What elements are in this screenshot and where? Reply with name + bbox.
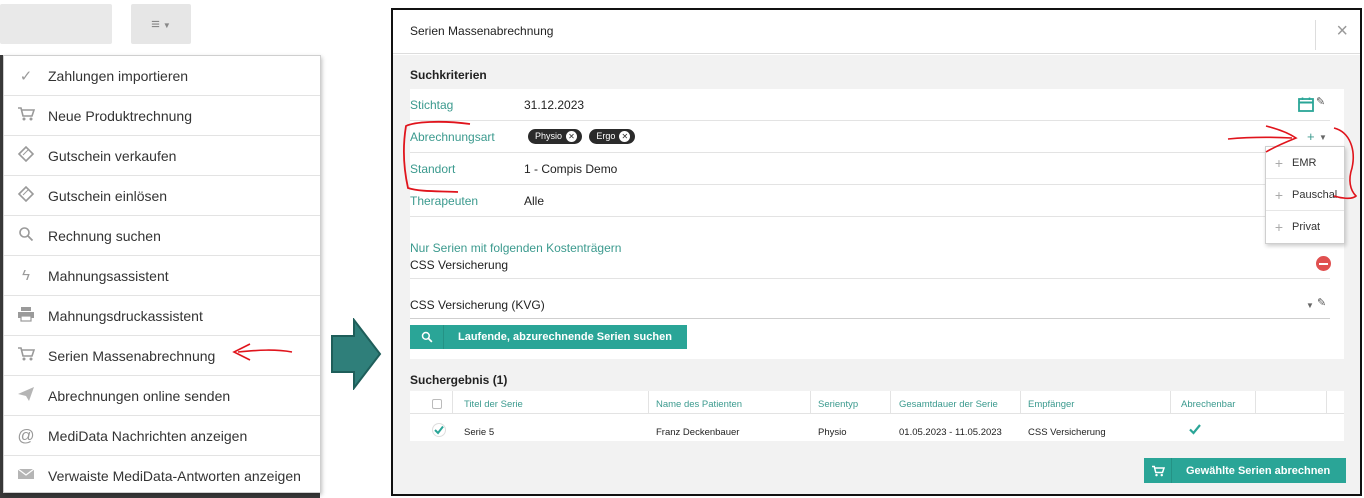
select-all-checkbox[interactable] bbox=[432, 399, 442, 409]
menu-item-gutschein-einloesen[interactable]: Gutschein einlösen bbox=[4, 176, 320, 216]
criteria-panel: Stichtag 31.12.2023 ✎ Abrechnungsart Phy… bbox=[410, 89, 1344, 359]
standort-label: Standort bbox=[410, 162, 456, 176]
pencil-icon[interactable]: ✎ bbox=[1317, 296, 1326, 309]
remove-tag-icon[interactable]: ✕ bbox=[619, 130, 631, 142]
abrechnungsart-tags: Physio ✕ Ergo ✕ bbox=[528, 128, 639, 144]
dialog-title: Serien Massenabrechnung bbox=[410, 24, 554, 38]
remove-kostentraeger-icon[interactable] bbox=[1316, 256, 1331, 271]
menu-item-zahlungen-importieren[interactable]: ✓ Zahlungen importieren bbox=[4, 56, 320, 96]
kostentraeger-item: CSS Versicherung bbox=[410, 258, 509, 272]
cell-serientyp: Physio bbox=[818, 427, 847, 438]
therapeuten-value[interactable]: Alle bbox=[524, 194, 544, 208]
criteria-row-abrechnungsart: Abrechnungsart Physio ✕ Ergo ✕ + ▼ bbox=[410, 121, 1330, 153]
hamburger-menu-button[interactable]: ≡ ▼ bbox=[131, 4, 191, 44]
check-icon: ✓ bbox=[19, 67, 33, 85]
printer-icon bbox=[4, 306, 48, 326]
tag-physio: Physio ✕ bbox=[528, 128, 583, 144]
close-icon[interactable]: × bbox=[1336, 20, 1348, 43]
row-checkbox-checked[interactable] bbox=[432, 423, 446, 437]
stichtag-label: Stichtag bbox=[410, 98, 454, 112]
plus-icon: + bbox=[1274, 219, 1284, 235]
column-divider bbox=[1170, 391, 1171, 413]
caret-down-icon[interactable]: ▼ bbox=[1319, 133, 1327, 142]
search-icon bbox=[410, 325, 444, 349]
plus-icon: + bbox=[1274, 154, 1284, 171]
column-header-gesamtdauer[interactable]: Gesamtdauer der Serie bbox=[899, 399, 998, 410]
column-header-abrechenbar[interactable]: Abrechenbar bbox=[1181, 399, 1235, 410]
cell-gesamtdauer: 01.05.2023 - 11.05.2023 bbox=[899, 427, 1002, 438]
column-header-patient[interactable]: Name des Patienten bbox=[656, 399, 742, 410]
toolbar-button-blank[interactable] bbox=[0, 4, 112, 44]
stichtag-value[interactable]: 31.12.2023 bbox=[524, 98, 584, 112]
column-divider bbox=[452, 391, 453, 413]
dropdown-item-pauschal[interactable]: + Pauschal bbox=[1266, 179, 1344, 211]
menu-item-medidata-nachrichten[interactable]: @ MediData Nachrichten anzeigen bbox=[4, 416, 320, 456]
kostentraeger-select[interactable]: CSS Versicherung (KVG) ▼ ✎ bbox=[410, 289, 1330, 319]
cart-icon bbox=[4, 106, 48, 126]
serien-massenabrechnung-dialog: Serien Massenabrechnung × Suchkriterien … bbox=[391, 8, 1362, 496]
column-header-empfaenger[interactable]: Empfänger bbox=[1028, 399, 1074, 410]
menu-item-mahnungsassistent[interactable]: ϟ Mahnungsassistent bbox=[4, 256, 320, 296]
at-icon: @ bbox=[17, 425, 35, 445]
section-title-suchkriterien: Suchkriterien bbox=[410, 68, 487, 82]
column-header-titel[interactable]: Titel der Serie bbox=[464, 399, 523, 410]
dialog-header: Serien Massenabrechnung × bbox=[393, 10, 1360, 54]
therapeuten-label: Therapeuten bbox=[410, 194, 479, 208]
dialog-body: Suchkriterien Stichtag 31.12.2023 ✎ Abre… bbox=[393, 55, 1360, 494]
column-header-serientyp[interactable]: Serientyp bbox=[818, 399, 858, 410]
send-icon bbox=[4, 386, 48, 406]
add-abrechnungsart-plus-icon[interactable]: + bbox=[1307, 129, 1315, 144]
kostentraeger-item-row: CSS Versicherung bbox=[410, 249, 1331, 279]
cell-empfaenger: CSS Versicherung bbox=[1028, 427, 1106, 438]
standort-value[interactable]: 1 - Compis Demo bbox=[524, 162, 617, 176]
criteria-row-stichtag: Stichtag 31.12.2023 ✎ bbox=[410, 89, 1330, 121]
caret-down-icon[interactable]: ▼ bbox=[1306, 301, 1314, 310]
search-series-button[interactable]: Laufende, abzurechnende Serien suchen bbox=[410, 325, 687, 349]
abrechnungsart-label: Abrechnungsart bbox=[410, 130, 495, 144]
dropdown-item-emr[interactable]: + EMR bbox=[1266, 147, 1344, 179]
criteria-row-therapeuten: Therapeuten Alle bbox=[410, 185, 1330, 217]
pencil-icon[interactable]: ✎ bbox=[1316, 95, 1325, 108]
column-divider bbox=[1326, 391, 1327, 413]
check-icon bbox=[1189, 424, 1201, 435]
kostentraeger-select-value: CSS Versicherung (KVG) bbox=[410, 298, 545, 312]
cell-titel: Serie 5 bbox=[464, 427, 495, 438]
abrechnungsart-dropdown: + EMR + Pauschal + Privat bbox=[1265, 146, 1345, 244]
column-divider bbox=[1255, 391, 1256, 413]
column-divider bbox=[1020, 391, 1021, 413]
hamburger-icon: ≡ bbox=[151, 15, 160, 33]
section-title-suchergebnis: Suchergebnis (1) bbox=[410, 373, 508, 387]
menu-item-rechnung-suchen[interactable]: Rechnung suchen bbox=[4, 216, 320, 256]
bolt-icon: ϟ bbox=[22, 267, 30, 284]
cart-icon bbox=[1144, 458, 1172, 483]
menu-item-verwaiste-medidata-antworten[interactable]: Verwaiste MediData-Antworten anzeigen bbox=[4, 456, 320, 496]
menu-item-abrechnungen-online-senden[interactable]: Abrechnungen online senden bbox=[4, 376, 320, 416]
table-header-divider bbox=[410, 413, 1344, 414]
plus-icon: + bbox=[1274, 186, 1284, 203]
search-icon bbox=[4, 226, 48, 246]
abrechnen-button[interactable]: Gewählte Serien abrechnen bbox=[1144, 458, 1346, 483]
menu-item-neue-produktrechnung[interactable]: Neue Produktrechnung bbox=[4, 96, 320, 136]
caret-down-icon: ▼ bbox=[162, 20, 171, 30]
criteria-row-standort: Standort 1 - Compis Demo bbox=[410, 153, 1330, 185]
mail-icon bbox=[4, 467, 48, 485]
menu-item-mahnungsdruckassistent[interactable]: Mahnungsdruckassistent bbox=[4, 296, 320, 336]
remove-tag-icon[interactable]: ✕ bbox=[566, 130, 578, 142]
arrow-right-icon bbox=[331, 318, 382, 390]
tag-ergo: Ergo ✕ bbox=[589, 128, 636, 144]
column-divider bbox=[648, 391, 649, 413]
results-table: Titel der Serie Name des Patienten Serie… bbox=[410, 391, 1344, 441]
actions-menu: ✓ Zahlungen importieren Neue Produktrech… bbox=[3, 55, 321, 493]
cart-icon bbox=[4, 346, 48, 366]
dropdown-item-privat[interactable]: + Privat bbox=[1266, 211, 1344, 243]
ticket-icon bbox=[4, 185, 48, 206]
cell-patient: Franz Deckenbauer bbox=[656, 427, 740, 438]
menu-item-gutschein-verkaufen[interactable]: Gutschein verkaufen bbox=[4, 136, 320, 176]
column-divider bbox=[810, 391, 811, 413]
ticket-icon bbox=[4, 145, 48, 166]
column-divider bbox=[890, 391, 891, 413]
menu-item-serien-massenabrechnung[interactable]: Serien Massenabrechnung bbox=[4, 336, 320, 376]
calendar-icon[interactable] bbox=[1298, 97, 1314, 112]
divider bbox=[1315, 20, 1316, 50]
